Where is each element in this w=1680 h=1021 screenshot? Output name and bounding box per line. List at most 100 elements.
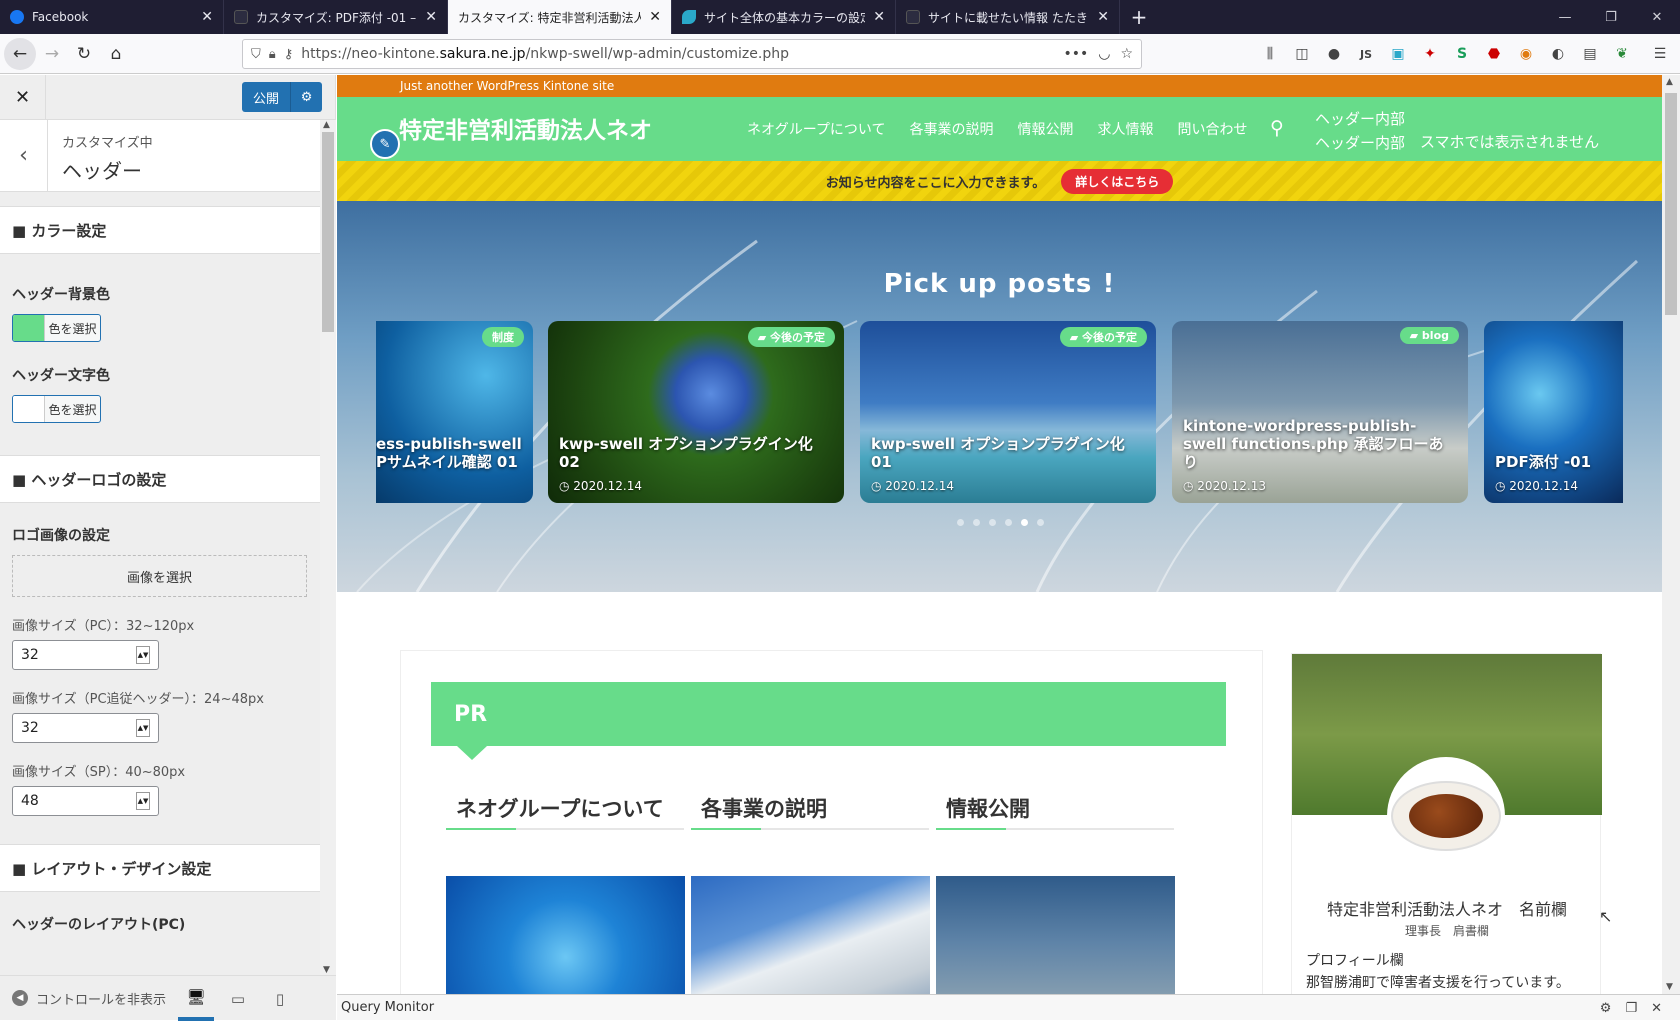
browser-tab-pdf[interactable]: カスタマイズ: PDF添付 -01 – 特定非営 ✕ [224,0,448,34]
abp-extension-icon[interactable]: ⬣ [1479,38,1509,70]
close-tab-icon[interactable]: ✕ [649,9,661,25]
h-extension-icon[interactable]: ◉ [1511,38,1541,70]
back-arrow-icon[interactable]: ← [4,37,36,70]
header-text-color-picker[interactable]: 色を選択 [12,395,101,423]
search-icon[interactable]: ⚲ [1270,117,1284,139]
nav-item-jobs[interactable]: 求人情報 [1097,119,1153,139]
close-tab-icon[interactable]: ✕ [201,9,213,25]
column-heading-business[interactable]: 各事業の説明 [691,793,929,830]
key-icon[interactable]: ⚷ [284,47,294,62]
address-bar[interactable]: ⛉ 🔒︎ ⚷ https://neo-kintone.sakura.ne.jp/… [242,39,1142,69]
category-badge[interactable]: ▰ 今後の予定 [1059,327,1147,347]
pickup-card[interactable]: PDF添付 -01 ◷ 2020.12.14 [1484,321,1623,503]
tablet-preview-icon[interactable]: ▭ [220,976,256,1021]
category-badge[interactable]: ▰ blog [1399,327,1459,344]
pickup-card[interactable]: ▰ blog kintone-wordpress-publish-swell f… [1172,321,1468,503]
spinner-icon[interactable]: ▲▼ [136,719,150,737]
size-pc-input[interactable]: 32 ▲▼ [12,640,159,670]
scrollbar-thumb[interactable] [322,132,334,332]
slider-dot-active[interactable] [1021,519,1028,526]
column-heading-group[interactable]: ネオグループについて [446,793,684,830]
scroll-down-icon[interactable]: ▼ [1666,982,1673,992]
spinner-icon[interactable]: ▲▼ [136,792,150,810]
library-icon[interactable]: ⫼ [1255,38,1285,70]
header-bg-color-picker[interactable]: 色を選択 [12,314,101,342]
preview-scrollbar[interactable]: ▲ ▼ [1662,75,1680,994]
query-monitor-label[interactable]: Query Monitor [341,1000,434,1015]
publish-settings-gear-icon[interactable]: ⚙ [290,82,323,112]
nav-item-group[interactable]: ネオグループについて [747,119,885,139]
close-window-icon[interactable]: ✕ [1634,0,1680,34]
restore-icon[interactable]: ❐ [1588,0,1634,34]
nav-item-disclosure[interactable]: 情報公開 [1017,119,1073,139]
url-text[interactable]: https://neo-kintone.sakura.ne.jp/nkwp-sw… [301,46,1053,62]
edit-shortcut-pencil-icon[interactable]: ✎ [370,129,400,159]
publish-button[interactable]: 公開 [242,82,291,112]
column-heading-disclosure[interactable]: 情報公開 [936,793,1174,830]
pdf-extension-icon[interactable]: ✦ [1415,38,1445,70]
leaf-extension-icon[interactable]: ❦ [1607,38,1637,70]
js-extension-icon[interactable]: JS [1351,38,1381,70]
new-tab-plus-icon[interactable]: + [1120,0,1158,34]
save-extension-icon[interactable]: ▣ [1383,38,1413,70]
column-image-trees[interactable] [936,876,1175,994]
scrollbar-thumb[interactable] [1665,93,1677,315]
slider-dot[interactable] [973,519,980,526]
slider-dot[interactable] [1037,519,1044,526]
lock-icon[interactable]: 🔒︎ [269,47,276,62]
size-sp-input[interactable]: 48 ▲▼ [12,786,159,816]
forward-arrow-icon[interactable]: → [36,38,68,70]
nav-item-contact[interactable]: 問い合わせ [1177,119,1247,139]
close-tab-icon[interactable]: ✕ [873,9,885,25]
select-image-button[interactable]: 画像を選択 [12,555,307,597]
browser-tab-color-settings[interactable]: サイト全体の基本カラーの設定方法 ✕ [672,0,896,34]
nav-item-business[interactable]: 各事業の説明 [909,119,993,139]
pickup-card[interactable]: 制度 ess-publish-swell Pサムネイル確認 01 [376,321,533,503]
shield-icon[interactable]: ⛉ [251,47,261,62]
mobile-preview-icon[interactable]: ▯ [262,976,298,1021]
scroll-up-icon[interactable]: ▲ [323,120,330,130]
bookmark-star-icon[interactable]: ☆ [1120,46,1133,62]
close-customizer-icon[interactable]: ✕ [0,74,46,120]
minimize-icon[interactable]: — [1542,0,1588,34]
image-extension-icon[interactable]: ▤ [1575,38,1605,70]
category-badge[interactable]: 制度 [482,327,524,347]
notice-bar: お知らせ内容をここに入力できます。 詳しくはこちら [337,161,1662,201]
pocket-icon[interactable]: ◡ [1098,46,1110,62]
back-chevron-icon[interactable]: ‹ [0,120,48,191]
pickup-card[interactable]: ▰ 今後の予定 kwp-swell オプションプラグイン化 01 ◷ 2020.… [860,321,1156,503]
slider-dot[interactable] [957,519,964,526]
slider-dot[interactable] [989,519,996,526]
account-icon[interactable]: ● [1319,38,1349,70]
home-icon[interactable]: ⌂ [100,38,132,70]
settings-gear-icon[interactable]: ⚙ [1600,1001,1612,1016]
hide-controls-button[interactable]: ◀ コントロールを非表示 [12,989,166,1008]
notice-details-button[interactable]: 詳しくはこちら [1061,168,1174,194]
scroll-down-icon[interactable]: ▼ [323,965,330,975]
popout-icon[interactable]: ❐ [1625,1001,1637,1016]
browser-tab-customize-active[interactable]: カスタマイズ: 特定非営利活動法人ネオ ✕ [448,0,672,34]
close-tab-icon[interactable]: ✕ [425,9,437,25]
site-name[interactable]: 特定非営利活動法人ネオ [399,111,652,145]
column-image-water[interactable] [446,876,685,994]
spinner-icon[interactable]: ▲▼ [136,646,150,664]
slider-dot[interactable] [1005,519,1012,526]
pickup-card[interactable]: ▰ 今後の予定 kwp-swell オプションプラグイン化 02 ◷ 2020.… [548,321,844,503]
reload-icon[interactable]: ↻ [68,38,100,70]
size-follow-input[interactable]: 32 ▲▼ [12,713,159,743]
category-label: blog [1421,329,1449,342]
sidebar-scrollbar[interactable]: ▲ ▼ [320,120,336,975]
browser-tab-info-draft[interactable]: サイトに載せたい情報 たたき台 - Ir ✕ [896,0,1120,34]
s-extension-icon[interactable]: S [1447,38,1477,70]
menu-hamburger-icon[interactable]: ☰ [1645,38,1675,70]
scroll-up-icon[interactable]: ▲ [1666,77,1673,87]
page-actions-icon[interactable]: ••• [1063,46,1088,62]
eye-extension-icon[interactable]: ◐ [1543,38,1573,70]
category-badge[interactable]: ▰ 今後の予定 [747,327,835,347]
close-panel-icon[interactable]: ✕ [1651,1001,1662,1016]
column-image-mountain[interactable] [691,876,930,994]
desktop-preview-icon[interactable]: 🖥︎ [178,976,214,1021]
close-tab-icon[interactable]: ✕ [1097,9,1109,25]
sidebar-icon[interactable]: ◫ [1287,38,1317,70]
browser-tab-facebook[interactable]: Facebook ✕ [0,0,224,34]
